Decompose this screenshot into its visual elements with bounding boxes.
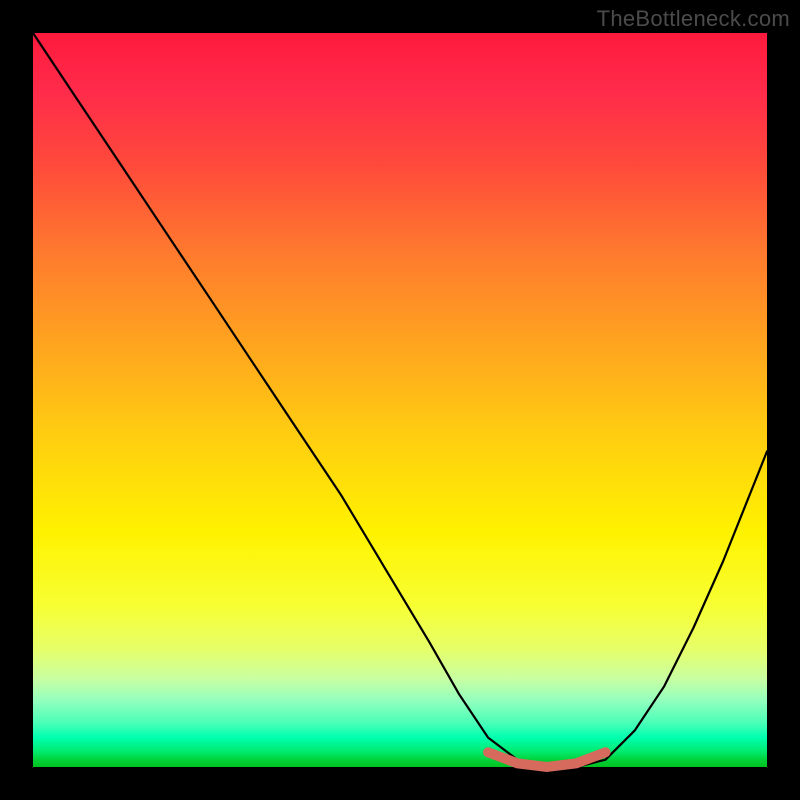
bottleneck-curve xyxy=(33,33,767,767)
plot-area xyxy=(33,33,767,767)
watermark-text: TheBottleneck.com xyxy=(597,6,790,32)
curve-layer xyxy=(33,33,767,767)
chart-frame: TheBottleneck.com xyxy=(0,0,800,800)
